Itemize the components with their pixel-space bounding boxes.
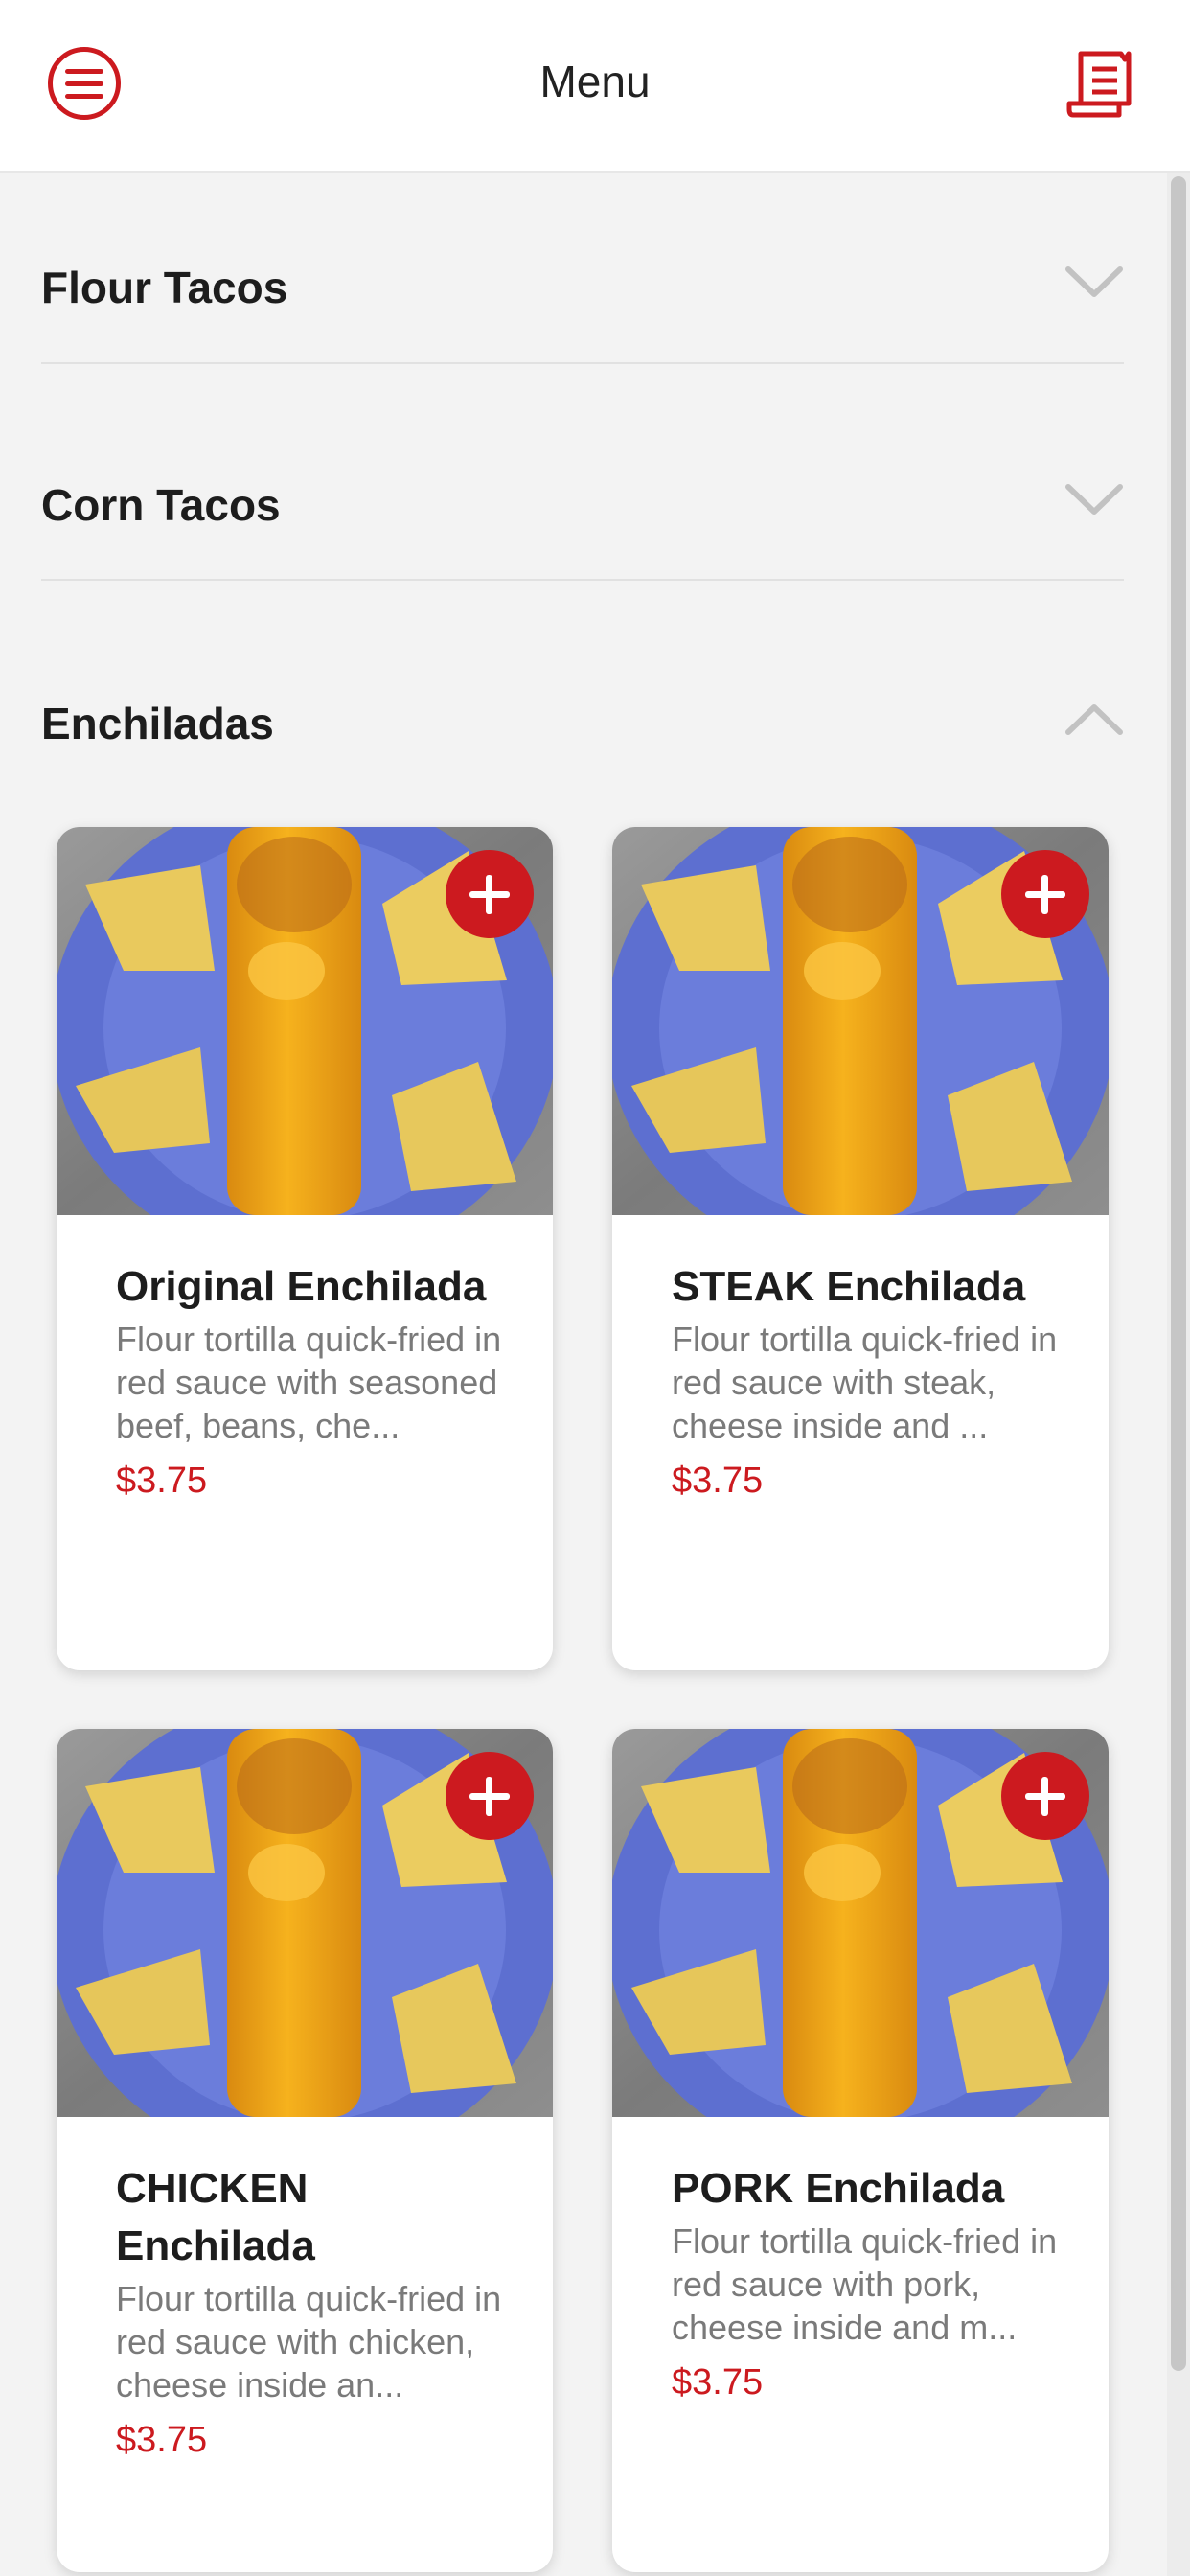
add-to-cart-button[interactable]	[1001, 1752, 1089, 1840]
product-card-chicken-enchilada[interactable]: CHICKEN Enchilada Flour tortilla quick-f…	[57, 1729, 553, 2572]
divider	[41, 579, 1124, 581]
product-name: Original Enchilada	[116, 1263, 487, 1310]
category-title: Corn Tacos	[41, 480, 281, 530]
chevron-down-icon	[1065, 484, 1123, 515]
product-name: STEAK Enchilada	[672, 1263, 1026, 1310]
product-name: PORK Enchilada	[672, 2165, 1005, 2212]
product-price: $3.75	[116, 2420, 208, 2460]
category-enchiladas[interactable]: Enchiladas	[41, 671, 1124, 767]
category-flour-tacos[interactable]: Flour Tacos	[41, 235, 1124, 331]
add-to-cart-button[interactable]	[446, 1752, 534, 1840]
product-description: Flour tortilla quick-fried in red sauce …	[116, 2279, 502, 2404]
chevron-down-icon	[1065, 266, 1123, 297]
app-header: Menu	[0, 0, 1190, 172]
page-title: Menu	[539, 57, 651, 106]
product-card-original-enchilada[interactable]: Original Enchilada Flour tortilla quick-…	[57, 827, 553, 1670]
product-price: $3.75	[672, 2362, 764, 2403]
receipt-icon[interactable]	[1062, 46, 1138, 123]
product-name: CHICKEN Enchilada	[116, 2165, 315, 2269]
product-card-steak-enchilada[interactable]: STEAK Enchilada Flour tortilla quick-fri…	[612, 827, 1109, 1670]
category-corn-tacos[interactable]: Corn Tacos	[41, 452, 1124, 548]
category-title: Flour Tacos	[41, 263, 288, 312]
product-card-pork-enchilada[interactable]: PORK Enchilada Flour tortilla quick-frie…	[612, 1729, 1109, 2572]
category-title: Enchiladas	[41, 699, 274, 748]
divider	[41, 362, 1124, 364]
product-price: $3.75	[672, 1460, 764, 1501]
product-description: Flour tortilla quick-fried in red sauce …	[672, 1320, 1058, 1445]
scrollbar[interactable]	[1167, 172, 1190, 2576]
product-description: Flour tortilla quick-fried in red sauce …	[116, 1320, 502, 1445]
add-to-cart-button[interactable]	[1001, 850, 1089, 938]
scrollbar-thumb[interactable]	[1171, 176, 1186, 2371]
product-price: $3.75	[116, 1460, 208, 1501]
product-description: Flour tortilla quick-fried in red sauce …	[672, 2221, 1058, 2347]
chevron-up-icon	[1065, 704, 1123, 735]
add-to-cart-button[interactable]	[446, 850, 534, 938]
